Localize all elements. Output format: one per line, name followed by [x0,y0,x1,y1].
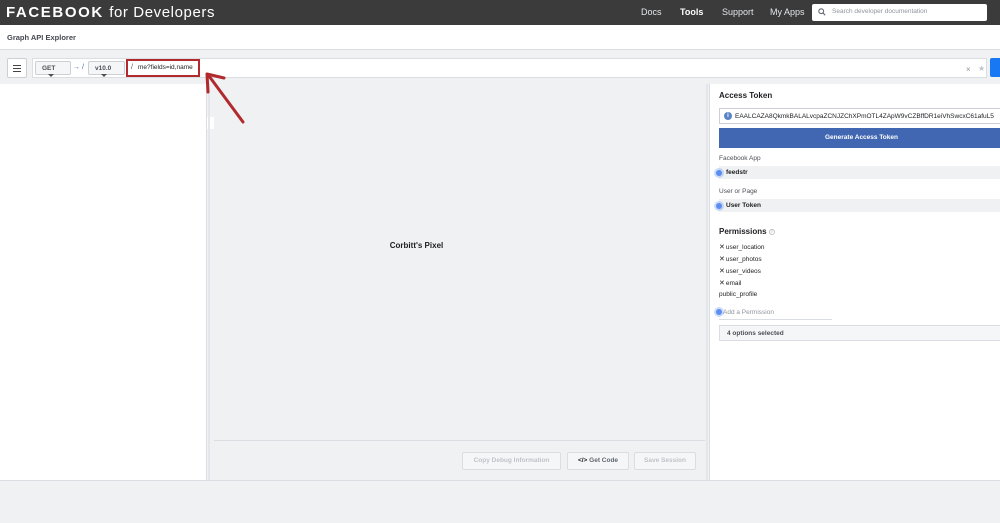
resize-handle-left[interactable] [208,84,210,480]
nav-my-apps[interactable]: My Apps [770,7,805,17]
close-icon[interactable]: ✕ [719,268,725,275]
facebook-app-label: Facebook App [719,155,761,162]
save-session-button[interactable]: Save Session [634,452,696,470]
page-bottom [0,480,1000,523]
method-value: GET [42,65,56,72]
access-token-field[interactable]: i EAALCAZA8QkmkBALALvcpaZCNJZChXPmOTL4ZA… [719,108,1000,124]
path-value: me?fields=id,name [138,64,193,71]
get-code-label: Get Code [589,457,619,464]
search-icon [818,8,826,16]
brand-main: FACEBOOK [6,4,104,21]
path-input[interactable]: / me?fields=id,name [126,59,200,77]
permission-item: public_profile [719,291,757,298]
nav-support[interactable]: Support [722,7,754,17]
search-placeholder: Search developer documentation [832,8,928,15]
hamburger-icon [13,65,21,66]
nav-docs[interactable]: Docs [641,7,662,17]
help-icon[interactable]: ? [768,228,775,235]
left-panel [0,84,207,480]
generate-token-button[interactable]: Generate Access Token [719,128,1000,148]
result-footer: Copy Debug Information </> Get Code Save… [214,440,705,480]
copy-debug-button[interactable]: Copy Debug Information [462,452,561,470]
permission-label: email [725,280,742,287]
hamburger-icon-line [13,71,21,72]
star-icon[interactable]: ★ [978,64,985,73]
access-token-value: EAALCAZA8QkmkBALALvcpaZCNJZChXPmOTL4ZApW… [735,113,994,120]
brand-suffix: for Developers [109,4,216,21]
code-icon: </> [577,457,588,464]
submit-button[interactable] [990,58,1000,77]
close-icon[interactable]: ✕ [719,280,725,287]
get-code-button[interactable]: </> Get Code [567,452,629,470]
add-permission-input[interactable]: Add a Permission [719,306,832,320]
arrow-separator: → / [73,64,84,71]
user-or-page-value: User Token [726,202,761,209]
method-select[interactable]: GET [35,61,71,77]
permission-item: ✕user_photos [719,255,762,263]
permissions-heading-text: Permissions [719,227,767,236]
focus-dot [716,203,722,209]
permission-label: user_location [725,244,765,251]
facebook-app-select[interactable]: feedstr [719,166,1000,179]
page-title: Graph API Explorer [7,33,76,42]
right-panel: Access Token i EAALCAZA8QkmkBALALvcpaZCN… [709,84,1000,480]
query-bar: GET → / v10.0 / me?fields=id,name × ★ [0,56,1000,78]
user-or-page-select[interactable]: User Token [719,199,1000,212]
hamburger-icon-line [13,68,21,69]
user-or-page-label: User or Page [719,188,758,195]
close-icon[interactable]: × [966,65,971,74]
facebook-app-value: feedstr [726,169,748,176]
access-token-heading: Access Token [719,91,773,100]
permission-label: user_videos [725,268,761,275]
path-slash: / [131,64,133,71]
close-icon[interactable]: ✕ [719,244,725,251]
resize-handle-right[interactable] [706,84,708,480]
permission-label: user_photos [725,256,762,263]
info-icon[interactable]: i [724,112,732,120]
permission-item: ✕user_location [719,243,765,251]
top-nav: FACEBOOK for Developers Docs Tools Suppo… [0,0,1000,25]
version-select[interactable]: v10.0 [88,61,125,77]
query-field: GET → / v10.0 / me?fields=id,name × ★ [32,58,987,78]
subheader: Graph API Explorer [0,25,1000,50]
close-icon[interactable]: ✕ [719,256,725,263]
permissions-select[interactable]: 4 options selected [719,325,1000,341]
result-panel: Corbitt's Pixel [214,84,705,440]
focus-dot [716,309,722,315]
permissions-heading: Permissions? [719,227,775,236]
permission-item: ✕email [719,279,741,287]
result-output: Corbitt's Pixel [389,241,444,250]
chevron-down-icon [101,73,107,77]
brand-logo[interactable]: FACEBOOK for Developers [6,4,215,21]
chevron-down-icon [48,73,54,77]
permission-label: public_profile [719,291,758,298]
focus-dot [716,170,722,176]
menu-button[interactable] [7,58,27,78]
nav-tools[interactable]: Tools [680,7,703,17]
version-value: v10.0 [95,65,112,72]
permission-item: ✕user_videos [719,267,761,275]
doc-search-input[interactable]: Search developer documentation [812,4,987,21]
